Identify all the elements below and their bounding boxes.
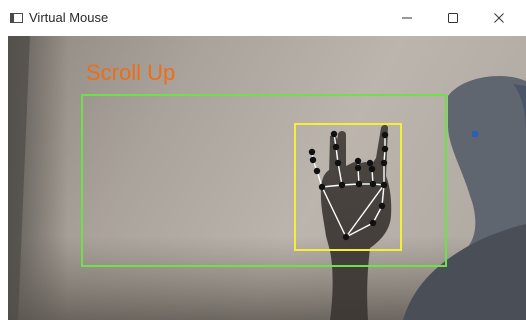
landmark-point xyxy=(368,165,376,173)
landmark-point xyxy=(313,167,321,175)
landmark-point xyxy=(318,183,326,191)
camera-feed: Scroll Up xyxy=(8,36,526,320)
landmark-point xyxy=(380,181,388,189)
landmark-point xyxy=(338,181,346,189)
minimize-icon xyxy=(402,17,412,19)
landmark-point xyxy=(309,156,317,164)
earring-mark xyxy=(472,131,478,137)
landmark-point xyxy=(354,164,362,172)
title-bar[interactable]: Virtual Mouse xyxy=(0,0,526,36)
landmark-point xyxy=(378,202,386,210)
landmark-point xyxy=(381,145,389,153)
close-button[interactable] xyxy=(476,0,522,36)
landmark-point xyxy=(308,148,316,156)
landmark-point xyxy=(332,143,340,151)
gesture-status-label: Scroll Up xyxy=(86,60,176,85)
maximize-icon xyxy=(448,13,458,23)
landmark-point xyxy=(369,219,377,227)
virtual-mouse-window: Virtual Mouse Scroll Up xyxy=(0,0,526,320)
app-window-icon xyxy=(10,13,23,23)
landmark-point xyxy=(369,180,377,188)
close-icon xyxy=(494,13,504,23)
landmark-point xyxy=(354,157,362,165)
landmark-point xyxy=(355,180,363,188)
landmark-point xyxy=(380,159,388,167)
maximize-button[interactable] xyxy=(430,0,476,36)
landmark-point xyxy=(334,159,342,167)
landmark-point xyxy=(366,159,374,167)
minimize-button[interactable] xyxy=(384,0,430,36)
landmark-point xyxy=(342,233,350,241)
landmark-point xyxy=(330,130,338,138)
window-title: Virtual Mouse xyxy=(29,10,109,25)
landmark-point xyxy=(381,131,389,139)
